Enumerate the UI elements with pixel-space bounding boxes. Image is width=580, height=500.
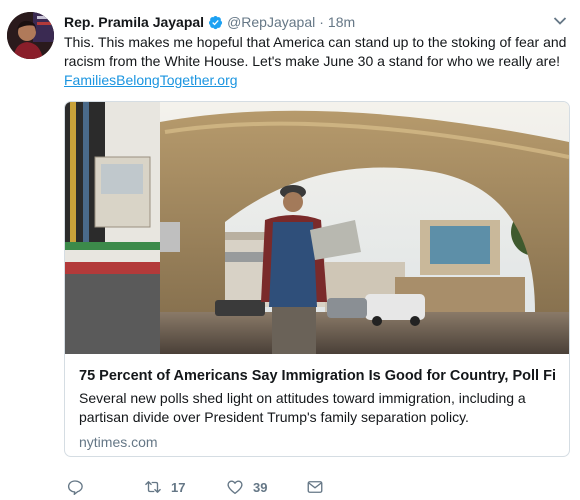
- retweet-count: 17: [171, 479, 186, 495]
- direct-message-icon: [307, 481, 323, 493]
- retweet-button[interactable]: 17: [144, 476, 185, 498]
- direct-message-button[interactable]: [306, 476, 324, 498]
- tweet-body: This. This makes me hopeful that America…: [64, 34, 567, 69]
- like-button[interactable]: 39: [226, 476, 267, 498]
- author-handle[interactable]: @RepJayapal: [227, 14, 315, 30]
- tweet-timestamp[interactable]: 18m: [328, 14, 355, 30]
- tweet: Rep. Pramila Jayapal @RepJayapal · 18m T…: [0, 0, 580, 500]
- like-count: 39: [253, 479, 268, 495]
- tweet-header: Rep. Pramila Jayapal @RepJayapal · 18m: [64, 12, 355, 32]
- card-image[interactable]: [65, 102, 569, 354]
- link-preview-card[interactable]: 75 Percent of Americans Say Immigration …: [64, 101, 570, 457]
- card-description: Several new polls shed light on attitude…: [79, 390, 526, 425]
- tweet-link[interactable]: FamiliesBelongTogether.org: [64, 71, 569, 90]
- card-body[interactable]: 75 Percent of Americans Say Immigration …: [65, 354, 569, 456]
- like-icon: [227, 480, 243, 495]
- reply-icon: [67, 480, 83, 496]
- caret-down-icon[interactable]: [553, 16, 567, 26]
- tweet-text: This. This makes me hopeful that America…: [64, 33, 569, 90]
- separator-dot: ·: [319, 14, 324, 30]
- tweet-actions: 17 39: [64, 476, 484, 498]
- card-title[interactable]: 75 Percent of Americans Say Immigration …: [79, 367, 555, 386]
- avatar[interactable]: [7, 12, 54, 59]
- verified-badge-icon: [209, 15, 223, 29]
- card-domain: nytimes.com: [79, 434, 158, 450]
- author-name[interactable]: Rep. Pramila Jayapal: [64, 14, 204, 30]
- reply-button[interactable]: [66, 476, 93, 498]
- retweet-icon: [145, 481, 161, 493]
